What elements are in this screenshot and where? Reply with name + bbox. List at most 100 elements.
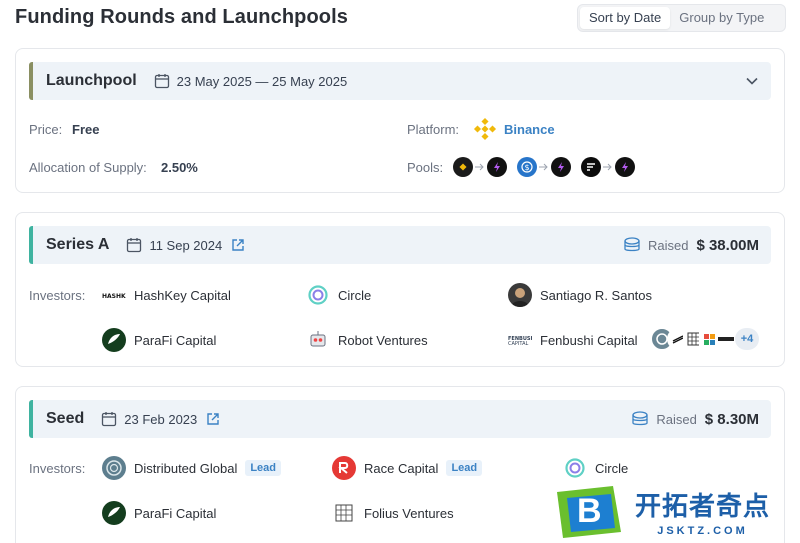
price-value: Free — [72, 122, 100, 137]
investor-name: Distributed Global — [134, 460, 238, 476]
more-count-badge[interactable]: +4 — [735, 328, 759, 350]
coins-icon — [631, 410, 649, 428]
investor-name: ParaFi Capital — [134, 332, 217, 348]
robot-logo-icon — [306, 328, 330, 352]
investor-item[interactable]: ParaFi Capital — [102, 328, 216, 352]
calendar-icon — [101, 411, 117, 427]
launchpool-card: Launchpool 23 May 2025 — 25 May 2025 Pri… — [15, 48, 785, 193]
parafi-logo-icon — [102, 328, 126, 352]
watermark-letter: B — [577, 491, 602, 530]
raised-summary: Raised $ 8.30M — [631, 400, 759, 438]
distributed-global-logo-icon — [102, 456, 126, 480]
investor-item[interactable]: Race Capital Lead — [332, 456, 483, 480]
raised-label: Raised — [647, 237, 689, 253]
watermark: B 开拓者奇点 JSKTZ.COM — [553, 480, 800, 543]
svg-text:HASHKEY: HASHKEY — [102, 293, 126, 300]
raised-amount: $ 38.00M — [696, 236, 759, 254]
race-capital-logo-icon — [332, 456, 356, 480]
investor-item[interactable]: Circle — [563, 456, 628, 480]
pool-item[interactable] — [453, 157, 507, 177]
accent-bar — [29, 226, 33, 264]
usdc-token-icon: $ — [517, 157, 537, 177]
investor-name: Robot Ventures — [338, 332, 428, 348]
raised-label: Raised — [656, 411, 697, 427]
pools-label: Pools: — [407, 160, 444, 175]
fenbushi-logo-icon: FENBUSHICAPITAL — [508, 328, 532, 352]
investor-name: Race Capital — [364, 460, 439, 476]
binance-icon — [473, 117, 497, 141]
investor-name: ParaFi Capital — [134, 505, 217, 521]
round-date: 11 Sep 2024 — [149, 237, 223, 253]
more-investors-stack[interactable]: +4 — [651, 328, 759, 350]
launchpool-header[interactable]: Launchpool 23 May 2025 — 25 May 2025 — [29, 62, 771, 100]
svg-text:$: $ — [524, 163, 529, 172]
series-a-card: Series A 11 Sep 2024 Raised $ 38.00M Inv… — [15, 212, 785, 367]
investor-item[interactable]: Circle — [306, 283, 371, 307]
person-avatar-icon — [508, 283, 532, 307]
raised-amount: $ 8.30M — [704, 410, 759, 428]
watermark-cn: 开拓者奇点 — [635, 492, 771, 522]
sort-by-date-option[interactable]: Sort by Date — [580, 7, 671, 29]
chevron-down-icon[interactable] — [745, 74, 759, 88]
round-name: Seed — [46, 410, 85, 427]
investor-avatar-icon — [715, 328, 737, 350]
allocation-value: 2.50% — [161, 160, 198, 175]
fdusd-token-icon — [581, 157, 601, 177]
hashkey-logo-icon: HASHKEY — [102, 283, 126, 307]
investor-item[interactable]: Robot Ventures — [306, 328, 428, 352]
investor-name: Circle — [338, 287, 372, 303]
external-link-icon[interactable] — [206, 412, 220, 426]
round-date: 23 Feb 2023 — [124, 411, 198, 427]
investor-item[interactable]: Folius Ventures — [332, 501, 454, 525]
project-token-icon — [551, 157, 571, 177]
investors-label: Investors: — [29, 461, 86, 476]
calendar-icon — [154, 73, 170, 89]
group-by-type-option[interactable]: Group by Type — [670, 7, 773, 29]
parafi-logo-icon — [102, 501, 126, 525]
seed-header: Seed 23 Feb 2023 Raised $ 8.30M — [29, 400, 771, 438]
accent-bar — [29, 62, 33, 100]
pool-item[interactable]: $ — [517, 157, 571, 177]
circle-logo-icon — [306, 283, 330, 307]
investors-label: Investors: — [29, 288, 86, 303]
platform-link[interactable]: Binance — [504, 122, 555, 137]
lead-badge: Lead — [245, 460, 282, 476]
investor-name: Santiago R. Santos — [540, 287, 653, 303]
external-link-icon[interactable] — [231, 238, 245, 252]
investor-name: Fenbushi Capital — [540, 332, 638, 348]
bnb-token-icon — [453, 157, 473, 177]
arrow-right-icon — [537, 162, 551, 172]
project-token-icon — [615, 157, 635, 177]
investor-name: HashKey Capital — [134, 287, 231, 303]
watermark-logo-icon: B — [553, 484, 625, 540]
raised-summary: Raised $ 38.00M — [623, 226, 759, 264]
accent-bar — [29, 400, 33, 438]
pools-list: $ — [453, 157, 653, 177]
coins-icon — [623, 236, 641, 254]
page-title: Funding Rounds and Launchpools — [15, 6, 348, 28]
investor-item[interactable]: FENBUSHICAPITAL Fenbushi Capital — [508, 328, 638, 352]
round-name: Series A — [46, 236, 110, 253]
investor-name: Folius Ventures — [364, 505, 454, 521]
arrow-right-icon — [601, 162, 615, 172]
investor-item[interactable]: HASHKEY HashKey Capital — [102, 283, 231, 307]
arrow-right-icon — [473, 162, 487, 172]
investor-item[interactable]: Santiago R. Santos — [508, 283, 652, 307]
investor-item[interactable]: ParaFi Capital — [102, 501, 216, 525]
pool-item[interactable] — [581, 157, 635, 177]
platform-label: Platform: — [407, 122, 460, 137]
project-token-icon — [487, 157, 507, 177]
investor-item[interactable]: Distributed Global Lead — [102, 456, 282, 480]
price-label: Price: — [29, 122, 63, 137]
watermark-en: JSKTZ.COM — [657, 525, 748, 537]
sort-toggle: Sort by Date Group by Type — [577, 4, 786, 32]
investor-name: Circle — [595, 460, 629, 476]
lead-badge: Lead — [446, 460, 483, 476]
folius-logo-icon — [332, 501, 356, 525]
series-a-header: Series A 11 Sep 2024 Raised $ 38.00M — [29, 226, 771, 264]
round-name: Launchpool — [46, 72, 137, 89]
round-date: 23 May 2025 — 25 May 2025 — [176, 73, 348, 89]
allocation-label: Allocation of Supply: — [29, 160, 147, 175]
calendar-icon — [126, 237, 142, 253]
circle-logo-icon — [563, 456, 587, 480]
